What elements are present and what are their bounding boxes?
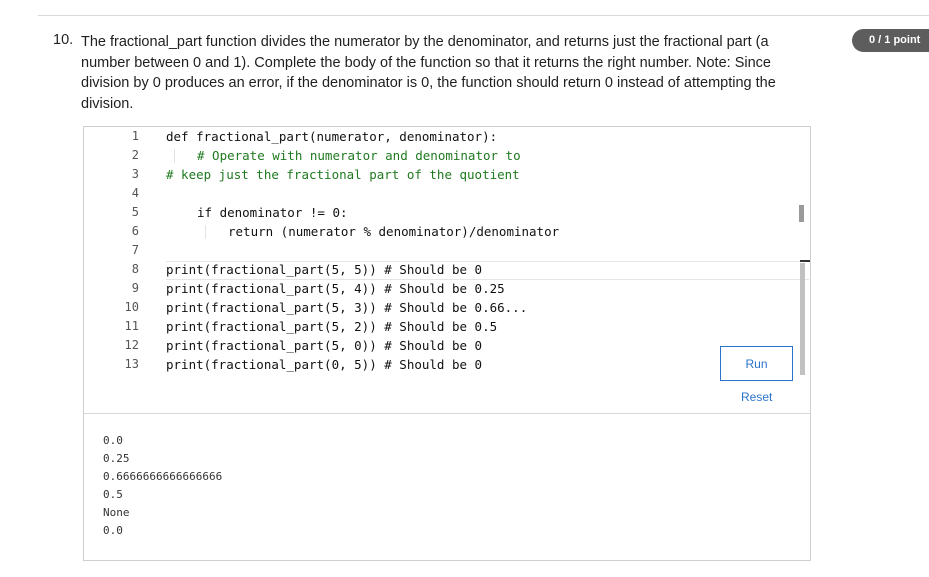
scrollbar-marker bbox=[799, 205, 804, 222]
output-line: 0.0 bbox=[103, 434, 123, 447]
line-number: 5 bbox=[131, 205, 139, 219]
line-number: 8 bbox=[131, 262, 139, 276]
line-number: 2 bbox=[131, 148, 139, 162]
code-line: print(fractional_part(0, 5)) # Should be… bbox=[166, 357, 483, 372]
code-line: # keep just the fractional part of the q… bbox=[166, 167, 520, 182]
output-line: 0.25 bbox=[103, 452, 130, 465]
line-number: 7 bbox=[131, 243, 139, 257]
code-editor[interactable]: 1 2 3 4 5 6 7 8 9 10 11 12 13 def fracti… bbox=[84, 127, 810, 414]
indent-guide bbox=[174, 149, 175, 163]
question-number: 10. bbox=[53, 32, 74, 48]
output-line: None bbox=[103, 506, 130, 519]
code-line: print(fractional_part(5, 4)) # Should be… bbox=[166, 281, 505, 296]
line-number: 4 bbox=[131, 186, 139, 200]
line-number: 11 bbox=[124, 319, 139, 333]
code-line: print(fractional_part(5, 0)) # Should be… bbox=[166, 338, 483, 353]
code-line: print(fractional_part(5, 2)) # Should be… bbox=[166, 319, 498, 334]
question-text: The fractional_part function divides the… bbox=[81, 34, 776, 112]
reset-link[interactable]: Reset bbox=[741, 390, 772, 404]
line-number: 1 bbox=[131, 129, 139, 143]
output-panel: 0.0 0.25 0.6666666666666666 0.5 None 0.0 bbox=[103, 432, 222, 540]
code-line: def fractional_part(numerator, denominat… bbox=[166, 129, 498, 144]
output-line: 0.6666666666666666 bbox=[103, 470, 223, 483]
output-line: 0.0 bbox=[103, 524, 123, 537]
scrollbar-track-top bbox=[800, 260, 810, 262]
code-line: # Operate with numerator and denominator… bbox=[197, 148, 521, 163]
run-button[interactable]: Run bbox=[720, 346, 793, 381]
code-line: if denominator != 0: bbox=[197, 205, 348, 220]
code-widget: 1 2 3 4 5 6 7 8 9 10 11 12 13 def fracti… bbox=[83, 126, 811, 561]
indent-guide bbox=[205, 225, 206, 239]
line-number: 13 bbox=[124, 357, 139, 371]
line-number: 6 bbox=[131, 224, 139, 238]
code-line: print(fractional_part(5, 5)) # Should be… bbox=[166, 262, 483, 277]
editor-scrollbar[interactable] bbox=[800, 263, 805, 375]
points-badge: 0 / 1 point bbox=[852, 29, 929, 52]
output-line: 0.5 bbox=[103, 488, 123, 501]
line-number: 9 bbox=[131, 281, 139, 295]
code-line: print(fractional_part(5, 3)) # Should be… bbox=[166, 300, 528, 315]
line-number: 12 bbox=[124, 338, 139, 352]
line-number: 10 bbox=[124, 300, 139, 314]
line-number: 3 bbox=[131, 167, 139, 181]
code-line: return (numerator % denominator)/denomin… bbox=[228, 224, 560, 239]
top-divider bbox=[38, 15, 929, 16]
